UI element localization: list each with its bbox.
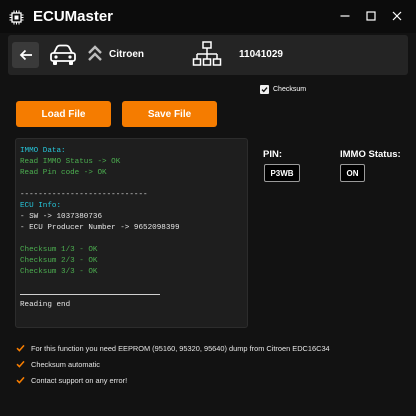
close-button[interactable]: [389, 8, 405, 24]
car-icon: [50, 44, 76, 65]
save-file-button[interactable]: Save File: [122, 101, 217, 127]
window-title: ECUMaster: [33, 8, 114, 25]
checkmark-icon: [261, 87, 268, 93]
maximize-button[interactable]: [363, 8, 379, 24]
title-bar: ECUMaster: [0, 0, 416, 33]
pin-value: P3WB: [264, 164, 300, 182]
note-text: Checksum automatic: [31, 360, 101, 369]
note-text: Contact support on any error!: [31, 376, 128, 385]
minimize-icon: [340, 15, 350, 17]
check-icon: [16, 360, 25, 368]
log-line: Checksum 3/3 - OK: [20, 268, 98, 276]
vehicle-info-bar: Citroen 11041029: [8, 35, 408, 75]
log-line: Checksum 1/3 - OK: [20, 246, 98, 254]
checksum-checkbox[interactable]: [260, 85, 269, 94]
vehicle-brand: Citroen: [109, 49, 144, 60]
log-line: Read Pin code -> OK: [20, 169, 107, 177]
citroen-logo-icon: [88, 45, 102, 61]
log-line: Reading end: [20, 301, 71, 309]
immo-status-value: ON: [340, 164, 365, 182]
ecu-serial-number: 11041029: [239, 49, 283, 60]
maximize-icon: [366, 11, 376, 21]
arrow-left-icon: [19, 49, 32, 61]
log-line: - ECU Producer Number -> 9652098399: [20, 224, 180, 232]
pin-label: PIN:: [263, 149, 282, 160]
log-line: Read IMMO Status -> OK: [20, 158, 121, 166]
back-button[interactable]: [12, 42, 39, 68]
checksum-option[interactable]: Checksum: [260, 85, 306, 94]
check-icon: [16, 344, 25, 352]
log-line: IMMO Data:: [20, 147, 66, 155]
check-icon: [16, 376, 25, 384]
minimize-button[interactable]: [337, 8, 353, 24]
note-text: For this function you need EEPROM (95160…: [31, 344, 330, 353]
log-separator: ----------------------------: [20, 191, 148, 199]
log-console[interactable]: IMMO Data: Read IMMO Status -> OK Read P…: [15, 138, 248, 328]
log-line: ECU Info:: [20, 202, 62, 210]
checksum-label: Checksum: [273, 86, 307, 93]
log-divider: [20, 289, 243, 300]
chip-logo-icon: [9, 10, 24, 25]
close-icon: [392, 11, 402, 21]
log-line: Checksum 2/3 - OK: [20, 257, 98, 265]
load-file-button[interactable]: Load File: [16, 101, 111, 127]
log-line: - SW -> 1037380736: [20, 213, 103, 221]
list-item: Contact support on any error!: [16, 375, 406, 386]
notes-list: For this function you need EEPROM (95160…: [16, 343, 406, 391]
list-item: Checksum automatic: [16, 359, 406, 370]
list-item: For this function you need EEPROM (95160…: [16, 343, 406, 354]
network-icon: [192, 41, 222, 66]
immo-status-label: IMMO Status:: [340, 149, 401, 160]
